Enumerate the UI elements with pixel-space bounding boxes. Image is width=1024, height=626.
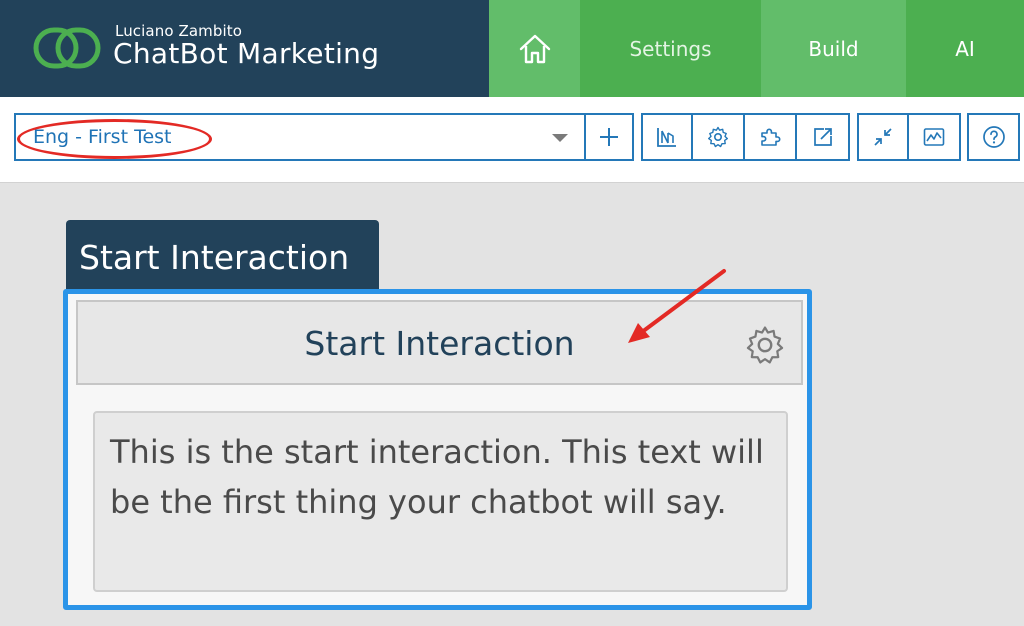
home-icon — [519, 34, 550, 63]
plugins-button[interactable] — [745, 113, 797, 161]
analytics-button[interactable] — [909, 113, 961, 161]
help-button[interactable] — [967, 113, 1020, 161]
chevron-down-icon — [552, 134, 568, 142]
nav-build[interactable]: Build — [761, 0, 906, 97]
node-message-text[interactable]: This is the start interaction. This text… — [93, 411, 788, 592]
flow-chart-button[interactable] — [641, 113, 693, 161]
gear-icon[interactable] — [743, 323, 787, 367]
nav-settings[interactable]: Settings — [580, 0, 761, 97]
chat-bubbles-logo-icon — [33, 27, 101, 69]
brand-area: Luciano Zambito ChatBot Marketing — [0, 0, 489, 97]
nav-home[interactable] — [489, 0, 580, 97]
nav-ai[interactable]: AI — [906, 0, 1024, 97]
node-tag-label: Start Interaction — [66, 220, 379, 294]
highlight-circle — [17, 119, 212, 159]
gear-icon — [708, 126, 728, 148]
collapse-icon — [874, 128, 892, 146]
brand-title: ChatBot Marketing — [113, 37, 380, 70]
flow-chart-icon — [657, 128, 676, 147]
help-icon — [982, 126, 1005, 148]
export-button[interactable] — [797, 113, 850, 161]
toolbar: Eng - First Test — [0, 97, 1024, 183]
bot-settings-button[interactable] — [693, 113, 745, 161]
annotation-arrow-icon — [628, 269, 726, 343]
collapse-button[interactable] — [857, 113, 909, 161]
add-bot-button[interactable] — [584, 113, 634, 161]
bot-select-dropdown[interactable]: Eng - First Test — [14, 113, 584, 161]
puzzle-icon — [761, 128, 781, 146]
plus-icon — [600, 128, 618, 146]
analytics-icon — [923, 128, 945, 146]
export-icon — [813, 128, 832, 146]
top-header: Luciano Zambito ChatBot Marketing Settin… — [0, 0, 1024, 97]
